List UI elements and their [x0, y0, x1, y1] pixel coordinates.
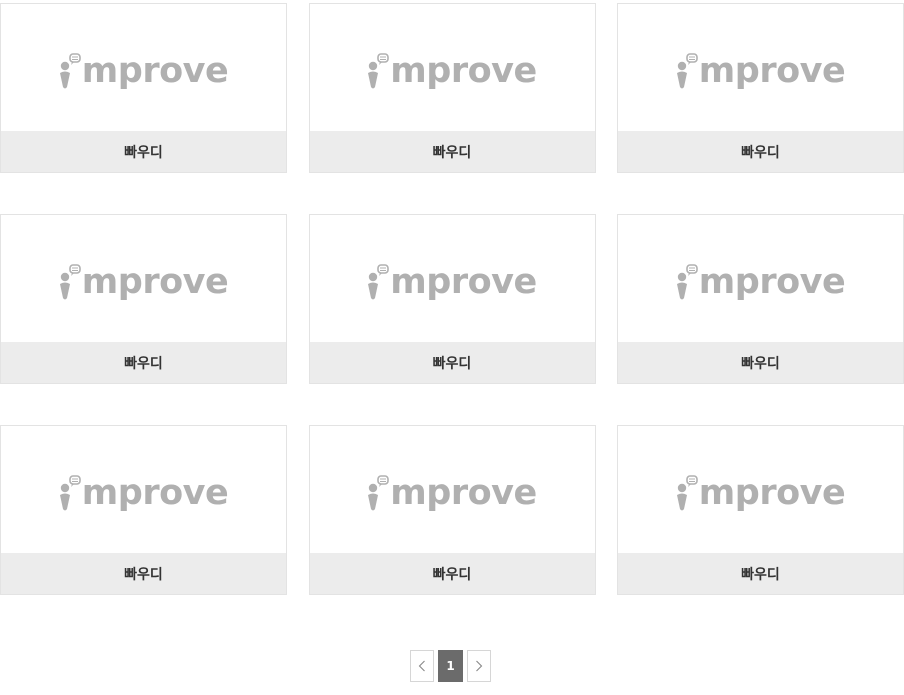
product-thumbnail: mprove	[309, 4, 595, 131]
improve-logo: mprove	[59, 468, 229, 513]
improve-logo: mprove	[676, 257, 846, 302]
next-page-button[interactable]	[467, 650, 491, 682]
logo-text: mprove	[390, 50, 537, 91]
product-thumbnail: mprove	[618, 4, 903, 131]
person-speech-icon	[676, 263, 698, 299]
product-thumbnail: mprove	[1, 215, 286, 342]
product-caption[interactable]: 빠우디	[618, 131, 903, 172]
product-caption[interactable]: 빠우디	[1, 553, 286, 594]
product-thumbnail: mprove	[1, 4, 286, 131]
product-card[interactable]: mprove 빠우디	[308, 425, 596, 595]
product-card[interactable]: mprove 빠우디	[0, 3, 287, 173]
product-thumbnail: mprove	[618, 215, 903, 342]
product-thumbnail: mprove	[618, 426, 903, 553]
pagination: 1	[410, 650, 491, 682]
product-caption[interactable]: 빠우디	[1, 131, 286, 172]
person-speech-icon	[59, 474, 81, 510]
product-thumbnail: mprove	[309, 426, 595, 553]
logo-text: mprove	[698, 472, 846, 513]
product-card[interactable]: mprove 빠우디	[308, 3, 596, 173]
prev-page-button[interactable]	[410, 650, 434, 682]
logo-text: mprove	[390, 261, 537, 302]
improve-logo: mprove	[367, 257, 537, 302]
product-thumbnail: mprove	[309, 215, 595, 342]
improve-logo: mprove	[59, 257, 229, 302]
person-speech-icon	[59, 52, 81, 88]
improve-logo: mprove	[367, 468, 537, 513]
product-card[interactable]: mprove 빠우디	[617, 425, 904, 595]
product-card[interactable]: mprove 빠우디	[0, 214, 287, 384]
person-speech-icon	[368, 52, 390, 88]
logo-text: mprove	[81, 50, 229, 91]
chevron-left-icon	[418, 660, 425, 672]
product-card[interactable]: mprove 빠우디	[0, 425, 287, 595]
improve-logo: mprove	[676, 46, 846, 91]
product-card[interactable]: mprove 빠우디	[617, 3, 904, 173]
product-caption[interactable]: 빠우디	[309, 342, 595, 383]
logo-text: mprove	[81, 472, 229, 513]
product-thumbnail: mprove	[1, 426, 286, 553]
logo-text: mprove	[390, 472, 537, 513]
product-caption[interactable]: 빠우디	[618, 342, 903, 383]
logo-text: mprove	[698, 261, 846, 302]
product-caption[interactable]: 빠우디	[618, 553, 903, 594]
person-speech-icon	[368, 263, 390, 299]
person-speech-icon	[676, 52, 698, 88]
improve-logo: mprove	[59, 46, 229, 91]
product-caption[interactable]: 빠우디	[1, 342, 286, 383]
chevron-right-icon	[476, 660, 483, 672]
person-speech-icon	[368, 474, 390, 510]
product-card[interactable]: mprove 빠우디	[617, 214, 904, 384]
product-grid: mprove 빠우디 mprove 빠우디 mprove 빠우디 mprove …	[0, 3, 904, 595]
product-caption[interactable]: 빠우디	[309, 553, 595, 594]
person-speech-icon	[59, 263, 81, 299]
logo-text: mprove	[81, 261, 229, 302]
person-speech-icon	[676, 474, 698, 510]
product-card[interactable]: mprove 빠우디	[308, 214, 596, 384]
logo-text: mprove	[698, 50, 846, 91]
improve-logo: mprove	[676, 468, 846, 513]
page-number-current[interactable]: 1	[438, 650, 463, 682]
improve-logo: mprove	[367, 46, 537, 91]
product-caption[interactable]: 빠우디	[309, 131, 595, 172]
